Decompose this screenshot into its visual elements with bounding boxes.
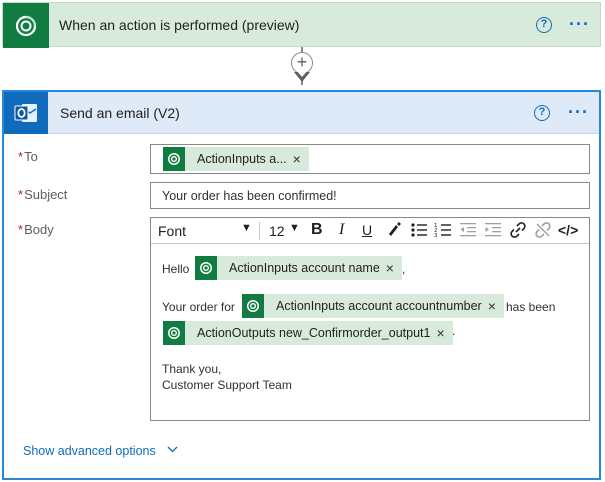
font-select[interactable]: Font — [158, 223, 186, 239]
required-marker: * — [18, 149, 24, 164]
subject-input[interactable]: Your order has been confirmed! — [150, 182, 590, 209]
decrease-indent-icon[interactable] — [459, 221, 477, 242]
remove-token-icon[interactable]: × — [488, 298, 504, 314]
underline-button[interactable]: U — [362, 222, 372, 238]
code-view-button[interactable]: </> — [558, 222, 578, 238]
send-email-header[interactable]: Send an email (V2) ? ··· — [4, 92, 599, 134]
required-marker: * — [18, 222, 24, 237]
body-hello-text: Hello — [162, 262, 190, 276]
remove-token-icon[interactable]: × — [293, 151, 309, 167]
rich-text-toolbar: Font ▼ 12 ▼ B I U 123 </> — [151, 218, 589, 244]
trigger-card[interactable]: When an action is performed (preview) ? … — [2, 2, 601, 48]
subject-value: Your order has been confirmed! — [162, 189, 337, 203]
required-marker: * — [18, 187, 24, 202]
dataverse-icon — [163, 321, 185, 345]
trigger-title: When an action is performed (preview) — [59, 17, 300, 33]
body-comma-text: , — [402, 262, 406, 276]
account-number-token[interactable]: ActionInputs account accountnumber × — [242, 294, 504, 318]
dataverse-icon — [195, 256, 217, 280]
dataverse-icon — [242, 294, 264, 318]
to-field[interactable]: ActionInputs a... × — [150, 144, 590, 174]
italic-button[interactable]: I — [339, 221, 344, 239]
action-help-icon[interactable]: ? — [534, 105, 550, 121]
increase-indent-icon[interactable] — [484, 221, 502, 242]
trigger-help-icon[interactable]: ? — [536, 17, 552, 33]
action-title: Send an email (V2) — [60, 105, 180, 121]
send-email-card: Send an email (V2) ? ··· *To ActionInput… — [2, 90, 601, 480]
font-size-select[interactable]: 12 — [269, 223, 285, 239]
to-token[interactable]: ActionInputs a... × — [163, 147, 309, 171]
dataverse-icon — [3, 3, 49, 48]
font-select-chevron-icon[interactable]: ▼ — [241, 222, 252, 234]
bulleted-list-icon[interactable] — [410, 221, 428, 242]
dataverse-icon — [163, 147, 185, 171]
subject-label: *Subject — [18, 187, 68, 202]
account-name-token[interactable]: ActionInputs account name × — [195, 256, 402, 280]
show-advanced-options-link[interactable]: Show advanced options — [23, 442, 178, 458]
remove-link-icon[interactable] — [534, 221, 552, 242]
remove-token-icon[interactable]: × — [436, 325, 452, 341]
body-has-been-text: has been — [506, 300, 556, 314]
body-period-text: . — [452, 324, 456, 338]
output-token[interactable]: ActionOutputs new_Confirmorder_output1 × — [163, 321, 453, 345]
to-label: *To — [18, 149, 38, 164]
chevron-down-icon — [167, 442, 178, 456]
remove-token-icon[interactable]: × — [386, 260, 402, 276]
trigger-more-options-icon[interactable]: ··· — [569, 15, 590, 33]
body-signature-text: Customer Support Team — [162, 378, 292, 392]
outlook-icon — [4, 92, 48, 134]
font-color-icon[interactable] — [386, 221, 402, 242]
body-editor[interactable]: Font ▼ 12 ▼ B I U 123 </> Hello ActionIn… — [150, 217, 590, 421]
svg-text:3: 3 — [434, 233, 438, 239]
insert-link-icon[interactable] — [509, 221, 527, 242]
font-size-chevron-icon[interactable]: ▼ — [289, 222, 300, 234]
connector-arrow-icon — [294, 70, 310, 82]
bold-button[interactable]: B — [311, 221, 323, 239]
body-thanks-text: Thank you, — [162, 362, 222, 376]
body-order-for-text: Your order for — [162, 300, 235, 314]
body-label: *Body — [18, 222, 54, 237]
numbered-list-icon[interactable]: 123 — [434, 221, 452, 242]
action-more-options-icon[interactable]: ··· — [568, 103, 589, 121]
